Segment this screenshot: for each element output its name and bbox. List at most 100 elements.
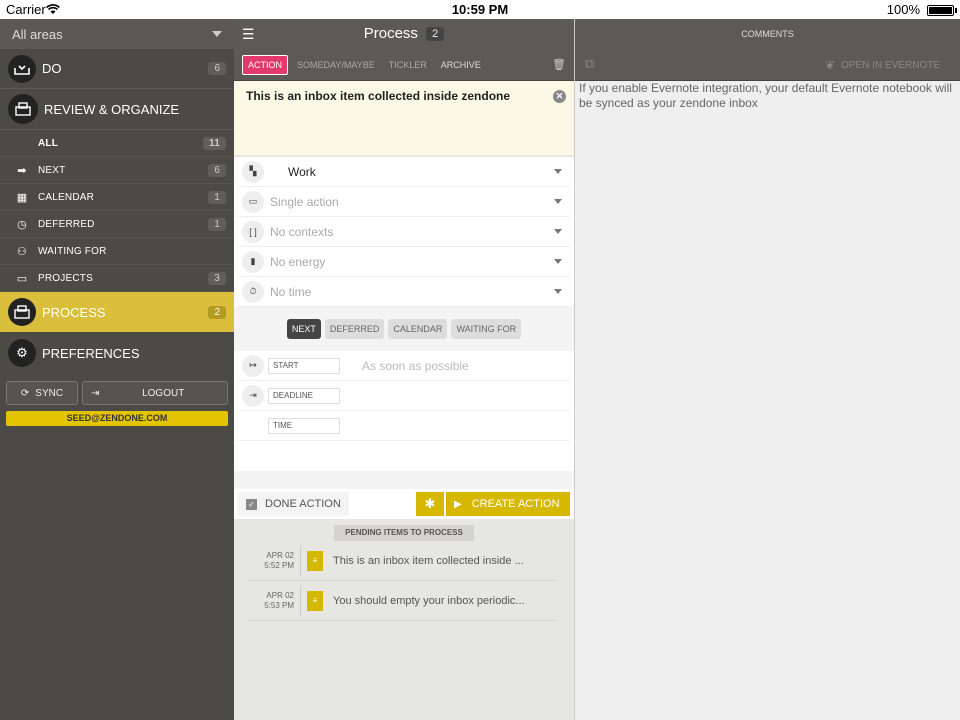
item-date-time: 5:53 PM	[264, 600, 294, 610]
action-form: ▚ Work ▭ Single action [ ] No contexts ▮…	[234, 157, 574, 489]
nav-review-organize[interactable]: REVIEW & ORGANIZE	[0, 89, 234, 130]
logout-label: LOGOUT	[142, 387, 185, 399]
deadline-row: ⇥ DEADLINE	[238, 381, 570, 411]
chevron-down-icon	[554, 289, 562, 294]
sidebar-item-label: CALENDAR	[38, 191, 95, 203]
page-title-count: 2	[426, 27, 445, 41]
chevron-down-icon	[554, 259, 562, 264]
tab-action[interactable]: ACTION	[242, 54, 289, 75]
logout-button[interactable]: ⇥ LOGOUT	[82, 381, 228, 405]
time-field[interactable]: ⏱ No time	[238, 277, 570, 307]
note-icon: ≡	[307, 590, 323, 611]
pending-list: PENDING ITEMS TO PROCESS APR 02 5:52 PM …	[234, 519, 574, 621]
page-title-text: Process	[363, 25, 418, 42]
battery-percent: 100%	[886, 2, 920, 17]
divider	[300, 545, 301, 576]
note-icon: ≡	[307, 550, 323, 571]
project-field[interactable]: ▭ Single action	[238, 187, 570, 217]
segment-next[interactable]: NEXT	[286, 319, 321, 339]
sync-icon: ⟳	[20, 387, 30, 399]
tab-someday-maybe[interactable]: SOMEDAY/MAYBE	[292, 56, 380, 74]
segment-waiting-for[interactable]: WAITING FOR	[451, 319, 522, 339]
process-tabs: ACTION SOMEDAY/MAYBE TICKLER ARCHIVE 🗑	[234, 49, 574, 81]
asterisk-button[interactable]: ✱	[416, 492, 444, 516]
create-action-button[interactable]: ▶ CREATE ACTION	[446, 492, 570, 516]
action-bar: ✓ DONE ACTION ✱ ▶ CREATE ACTION	[234, 489, 574, 519]
process-panel: ☰ Process 2 ACTION SOMEDAY/MAYBE TICKLER…	[234, 19, 574, 720]
chevron-down-icon	[554, 199, 562, 204]
segment-deferred[interactable]: DEFERRED	[324, 319, 385, 339]
list-item[interactable]: APR 02 5:53 PM ≡ You should empty your i…	[248, 581, 556, 621]
battery-tip	[955, 8, 957, 13]
sidebar-item-count: 11	[203, 136, 226, 150]
done-action-button[interactable]: ✓ DONE ACTION	[238, 492, 349, 516]
time-value: No time	[270, 284, 312, 299]
area-field[interactable]: ▚ Work	[238, 157, 570, 187]
energy-field[interactable]: ▮ No energy	[238, 247, 570, 277]
item-date-day: APR 02	[266, 550, 294, 560]
sidebar-item-waiting-for[interactable]: ⚇ WAITING FOR	[0, 238, 234, 265]
sidebar-item-next[interactable]: ➡ NEXT 6	[0, 157, 234, 184]
checkbox-icon: ✓	[246, 498, 257, 510]
deadline-field[interactable]: DEADLINE	[268, 387, 340, 404]
nav-process-label: PROCESS	[42, 304, 106, 320]
deadline-arrow-icon: ⇥	[242, 384, 264, 407]
sidebar-item-count: 1	[208, 217, 226, 231]
item-date-day: APR 02	[266, 590, 294, 600]
item-text: This is an inbox item collected inside .…	[333, 554, 524, 567]
open-in-evernote-button[interactable]: ❦ OPEN IN EVERNOTE	[825, 58, 940, 72]
asterisk-icon: ✱	[424, 496, 436, 511]
trash-icon[interactable]: 🗑	[552, 58, 566, 71]
account-email: SEED@ZENDONE.COM	[6, 411, 228, 426]
start-field[interactable]: START	[268, 357, 340, 374]
area-icon: ▚	[242, 160, 264, 183]
segment-calendar[interactable]: CALENDAR	[388, 319, 448, 339]
contexts-value: No contexts	[270, 224, 334, 239]
time-row: TIME	[238, 411, 570, 441]
sidebar-item-label: PROJECTS	[38, 272, 93, 284]
contexts-field[interactable]: [ ] No contexts	[238, 217, 570, 247]
close-icon[interactable]: ✕	[553, 90, 566, 103]
calendar-icon: ▦	[16, 191, 28, 204]
nav-process[interactable]: PROCESS 2	[0, 292, 234, 332]
waiting-icon: ⚇	[16, 245, 28, 258]
copy-icon[interactable]: ⧉	[585, 56, 594, 72]
time-input[interactable]: TIME	[268, 417, 340, 434]
item-text-box[interactable]: This is an inbox item collected inside z…	[234, 81, 574, 155]
sidebar-item-calendar[interactable]: ▦ CALENDAR 1	[0, 184, 234, 211]
start-row: ↦ START As soon as possible	[238, 351, 570, 381]
sidebar-item-deferred[interactable]: ◷ DEFERRED 1	[0, 211, 234, 238]
sidebar-item-count: 1	[208, 190, 226, 204]
projects-icon: ▭	[16, 272, 28, 285]
sidebar-item-count: 3	[208, 271, 226, 285]
sidebar-item-all[interactable]: ALL 11	[0, 130, 234, 157]
battery-icon	[927, 5, 954, 16]
evernote-icon: ❦	[825, 58, 836, 72]
comments-toolbar: ⧉ ❦ OPEN IN EVERNOTE	[575, 49, 960, 81]
form-spacer	[238, 441, 570, 471]
inbox-tray-icon	[8, 54, 36, 83]
play-icon: ▶	[454, 498, 462, 510]
nav-do[interactable]: DO 6	[0, 49, 234, 89]
item-date: APR 02 5:53 PM	[248, 591, 294, 611]
comments-panel: COMMENTS ⧉ ❦ OPEN IN EVERNOTE If you ena…	[574, 19, 960, 720]
tab-archive[interactable]: ARCHIVE	[436, 56, 486, 74]
contexts-icon: [ ]	[242, 220, 264, 243]
energy-value: No energy	[270, 254, 326, 269]
tab-tickler[interactable]: TICKLER	[384, 56, 432, 74]
area-selector[interactable]: All areas	[0, 19, 234, 49]
stopwatch-icon: ⏱	[242, 280, 264, 303]
list-item[interactable]: APR 02 5:52 PM ≡ This is an inbox item c…	[248, 541, 556, 581]
sidebar: All areas DO 6 REVIEW & ORGANIZE ALL 11 …	[0, 19, 234, 720]
comments-header: COMMENTS	[575, 19, 960, 49]
sidebar-item-count: 6	[208, 163, 226, 177]
nav-do-label: DO	[42, 61, 62, 76]
folder-icon: ▭	[242, 190, 264, 213]
item-date: APR 02 5:52 PM	[248, 551, 294, 571]
process-icon	[8, 298, 36, 326]
sidebar-item-label: WAITING FOR	[38, 245, 107, 257]
sidebar-item-projects[interactable]: ▭ PROJECTS 3	[0, 265, 234, 292]
next-icon: ➡	[17, 164, 27, 177]
sync-button[interactable]: ⟳ SYNC	[6, 381, 78, 405]
nav-preferences[interactable]: ⚙ PREFERENCES	[0, 333, 234, 373]
